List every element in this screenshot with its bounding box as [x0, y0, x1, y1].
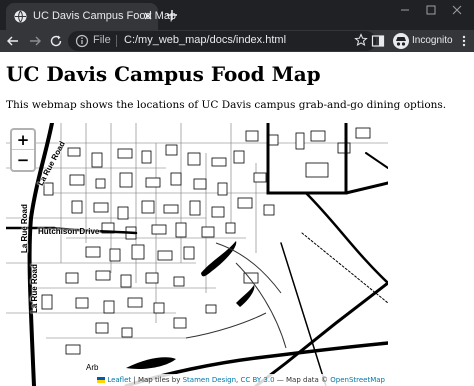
address-divider	[116, 35, 117, 47]
url-scheme-label: File	[93, 34, 111, 46]
license-link[interactable]: CC BY 3.0	[241, 376, 275, 384]
map-attribution: Leaflet | Map tiles by Stamen Design, CC…	[94, 374, 388, 386]
window-close-icon[interactable]	[451, 4, 463, 16]
attribution-data-text: — Map data ©	[276, 376, 329, 384]
address-bar[interactable]: File C:/my_web_map/docs/index.html	[68, 31, 376, 51]
road-label-hutchison-drive: Hutchison Drive	[38, 227, 100, 236]
incognito-indicator[interactable]: Incognito	[391, 31, 453, 51]
plus-icon[interactable]	[166, 9, 178, 21]
attribution-tiles-text: | Map tiles by	[133, 376, 181, 384]
globe-icon	[14, 10, 27, 23]
incognito-icon	[393, 33, 409, 49]
close-icon[interactable]	[141, 9, 155, 23]
ukraine-flag-icon	[97, 377, 106, 383]
stamen-link[interactable]: Stamen Design	[183, 376, 236, 384]
zoom-in-button[interactable]: +	[12, 130, 34, 150]
reload-icon[interactable]	[49, 34, 63, 48]
tab-strip: UC Davis Campus Food Map	[0, 0, 474, 30]
maximize-icon[interactable]	[425, 4, 437, 16]
road-label-arb: Arb	[86, 363, 99, 372]
url-text[interactable]: C:/my_web_map/docs/index.html	[124, 34, 286, 46]
side-panel-icon[interactable]	[371, 34, 385, 48]
info-icon[interactable]	[75, 34, 89, 48]
forward-icon[interactable]	[28, 34, 42, 48]
web-map[interactable]: La Rue Road La Rue Road La Rue Road Hutc…	[6, 123, 388, 386]
openstreetmap-link[interactable]: OpenStreetMap	[330, 376, 385, 384]
page-title: UC Davis Campus Food Map	[6, 62, 321, 86]
browser-tab[interactable]: UC Davis Campus Food Map	[6, 3, 176, 30]
map-tiles[interactable]	[6, 123, 388, 386]
road-label-la-rue: La Rue Road	[30, 264, 39, 313]
zoom-out-button[interactable]: −	[12, 150, 34, 170]
back-icon[interactable]	[6, 34, 20, 48]
browser-toolbar: File C:/my_web_map/docs/index.html Incog…	[0, 30, 474, 52]
leaflet-link[interactable]: Leaflet	[107, 376, 131, 384]
page-description: This webmap shows the locations of UC Da…	[6, 99, 447, 111]
kebab-menu-icon[interactable]	[459, 34, 469, 48]
road-label-la-rue: La Rue Road	[20, 204, 29, 253]
minimize-icon[interactable]	[399, 4, 411, 16]
incognito-label: Incognito	[412, 35, 453, 46]
star-icon[interactable]	[354, 33, 368, 47]
zoom-control: + −	[10, 128, 36, 172]
